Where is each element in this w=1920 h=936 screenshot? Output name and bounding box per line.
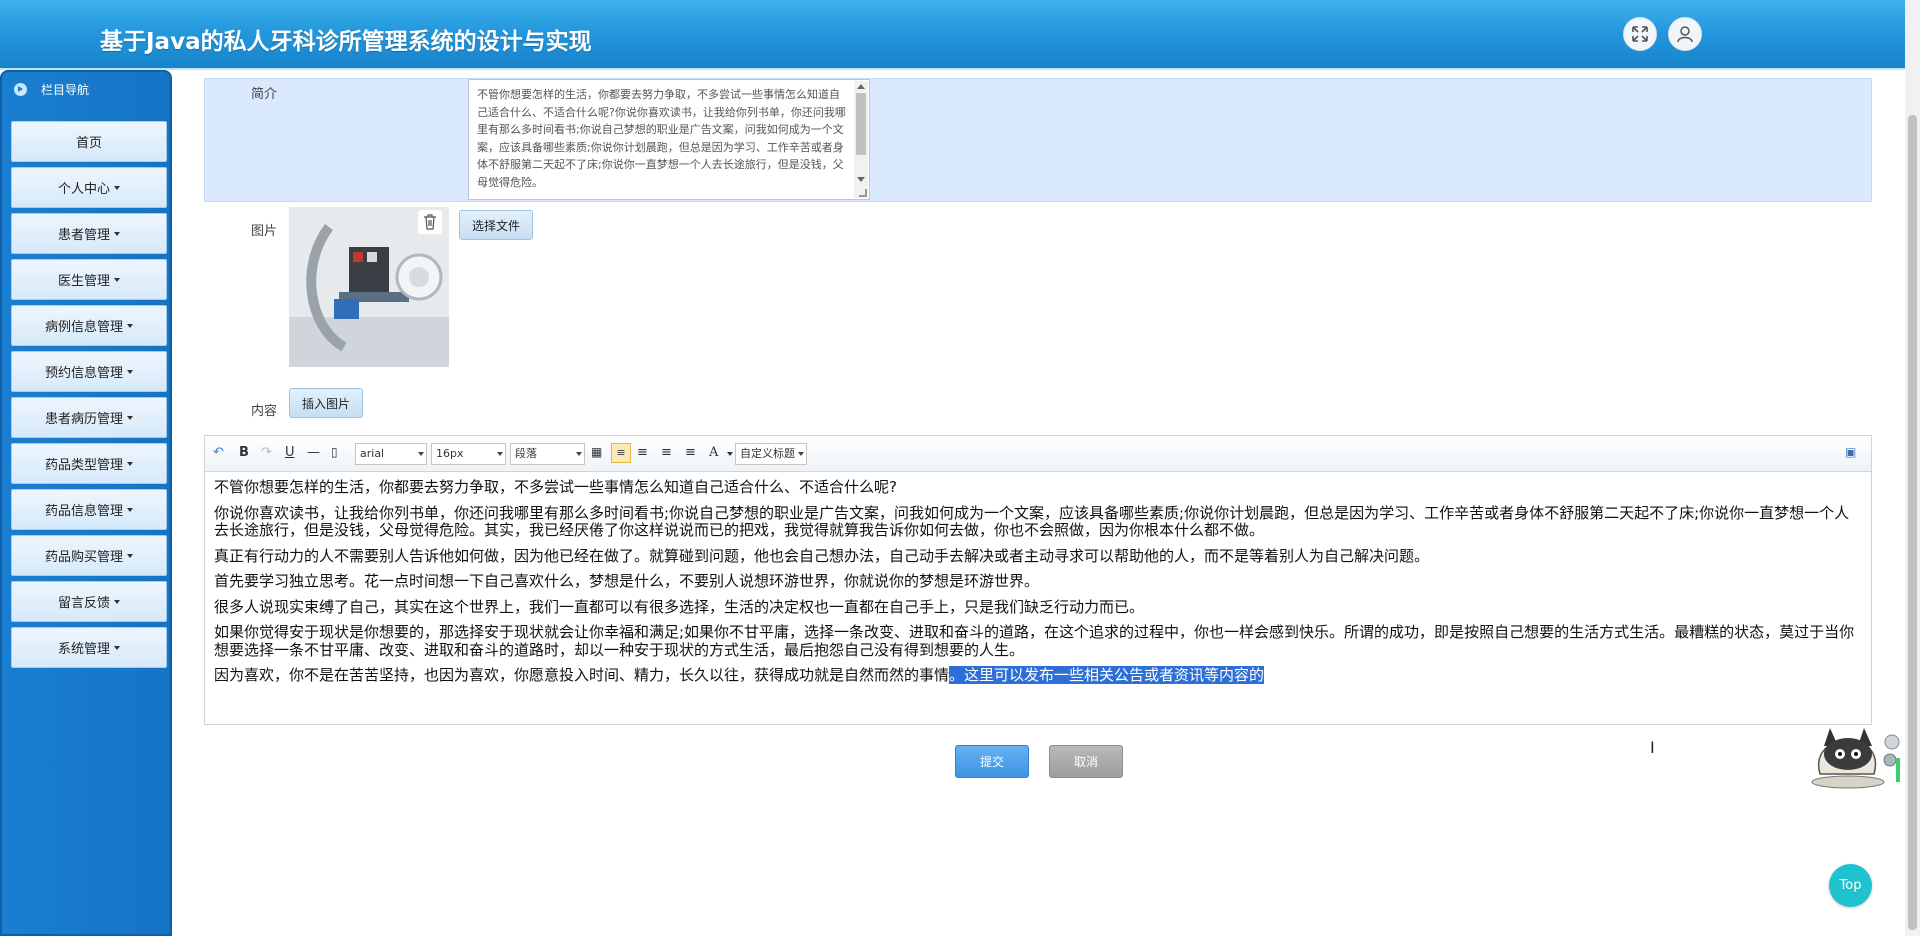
content-label: 内容 (251, 404, 278, 419)
user-icon (1677, 26, 1693, 43)
sidebar-menu: 首页 个人中心 患者管理 医生管理 病例信息管理 预约信息管理 患者病历管理 药… (11, 121, 167, 673)
sidebar-heading: 栏目导航 (2, 72, 170, 106)
font-family-select[interactable]: arial (355, 443, 427, 465)
sidebar-item-patients[interactable]: 患者管理 (11, 213, 167, 254)
underline-icon[interactable]: U (285, 445, 295, 460)
intro-label: 简介 (251, 87, 278, 102)
content-paragraph: 不管你想要怎样的生活，你都要去努力争取，不多尝试一些事情怎么知道自己适合什么、不… (214, 478, 897, 496)
font-color-icon[interactable]: A (709, 445, 718, 460)
caret-down-icon (127, 369, 133, 374)
caret-down-icon (114, 645, 120, 650)
content-paragraph-last: 因为喜欢，你不是在苦苦坚持，也因为喜欢，你愿意投入时间、精力，长久以往，获得成功… (214, 666, 1265, 684)
content-paragraph: 很多人说现实束缚了自己，其实在这个世界上，我们一直都可以有很多选择，生活的决定权… (214, 597, 1145, 616)
sidebar-item-cases[interactable]: 病例信息管理 (11, 305, 167, 346)
selected-text: 。这里可以发布一些相关公告或者资讯等内容的 (949, 666, 1265, 684)
sidebar-item-appointments[interactable]: 预约信息管理 (11, 351, 167, 392)
align-center-icon[interactable]: ≡ (637, 445, 648, 460)
page-scroll-thumb[interactable] (1908, 115, 1917, 930)
rich-text-editor: ↶ B ↷ U — ▯ arial 16px 段落 ▦ ≡ ≡ ≡ ≡ A 自定… (204, 435, 1872, 725)
caret-down-icon (127, 553, 133, 558)
intro-scroll-thumb[interactable] (856, 93, 866, 155)
cat-mascot-icon (1811, 728, 1900, 789)
horizontal-rule-icon[interactable]: — (307, 445, 320, 460)
sidebar-item-profile[interactable]: 个人中心 (11, 167, 167, 208)
choose-file-button[interactable]: 选择文件 (459, 210, 533, 240)
trash-icon (424, 214, 436, 230)
caret-down-icon (114, 599, 120, 604)
text-cursor-icon: I (1650, 738, 1655, 757)
scroll-down-icon (857, 177, 865, 182)
bold-icon[interactable]: B (239, 445, 249, 460)
paste-icon[interactable]: ▯ (331, 445, 338, 459)
sidebar-item-feedback[interactable]: 留言反馈 (11, 581, 167, 622)
sidebar: 栏目导航 首页 个人中心 患者管理 医生管理 病例信息管理 预约信息管理 患者病… (0, 70, 172, 936)
app-title: 基于Java的私人牙科诊所管理系统的设计与实现 (100, 29, 592, 55)
caret-down-icon (127, 507, 133, 512)
caret-down-icon (114, 185, 120, 190)
intro-textarea[interactable]: 不管你想要怎样的生活，你都要去努力争取，不多尝试一些事情怎么知道自己适合什么、不… (468, 79, 870, 200)
sidebar-item-drug-info[interactable]: 药品信息管理 (11, 489, 167, 530)
insert-image-button[interactable]: 插入图片 (289, 388, 363, 418)
sidebar-item-doctors[interactable]: 医生管理 (11, 259, 167, 300)
user-button[interactable] (1668, 17, 1702, 51)
dropdown-arrow-icon (418, 452, 424, 456)
intro-scrollbar[interactable] (854, 81, 868, 198)
align-right-icon[interactable]: ≡ (661, 445, 672, 460)
image-label: 图片 (251, 224, 278, 239)
paragraph-select[interactable]: 段落 (510, 443, 585, 465)
caret-down-icon (127, 461, 133, 466)
caret-down-icon[interactable] (727, 452, 733, 456)
redo-icon[interactable]: ↷ (261, 445, 272, 460)
sidebar-item-home[interactable]: 首页 (11, 121, 167, 162)
cancel-button[interactable]: 取消 (1049, 745, 1123, 778)
scroll-up-icon (857, 84, 865, 89)
content-paragraph: 真正有行动力的人不需要别人告诉他如何做，因为他已经在做了。就算碰到问题，他也会自… (214, 546, 1430, 565)
font-size-select[interactable]: 16px (431, 443, 506, 465)
editor-toolbar: ↶ B ↷ U — ▯ arial 16px 段落 ▦ ≡ ≡ ≡ ≡ A 自定… (205, 436, 1871, 472)
sidebar-item-drug-types[interactable]: 药品类型管理 (11, 443, 167, 484)
source-code-icon[interactable]: ▣ (1845, 445, 1856, 459)
content-paragraph: 你说你喜欢读书，让我给你列书单，你还问我哪里有那么多时间看书;你说自己梦想的职业… (214, 503, 1850, 539)
sidebar-item-system[interactable]: 系统管理 (11, 627, 167, 668)
editor-content[interactable]: 不管你想要怎样的生活，你都要去努力争取，不多尝试一些事情怎么知道自己适合什么、不… (214, 478, 1859, 693)
align-justify-icon[interactable]: ≡ (685, 445, 696, 460)
fullscreen-button[interactable] (1623, 17, 1657, 51)
delete-image-button[interactable] (418, 210, 442, 234)
align-left-icon[interactable]: ≡ (611, 443, 631, 463)
cat-mascot-widget[interactable] (1800, 712, 1900, 792)
submit-button[interactable]: 提交 (955, 745, 1029, 778)
content-paragraph: 如果你觉得安于现状是你想要的，那选择安于现状就会让你幸福和满足;如果你不甘平庸，… (214, 623, 1855, 659)
caret-down-icon (127, 323, 133, 328)
resize-handle[interactable] (859, 189, 867, 197)
caret-down-icon (114, 231, 120, 236)
custom-heading-select[interactable]: 自定义标题 (735, 443, 807, 465)
page-scrollbar[interactable] (1905, 0, 1920, 936)
intro-text: 不管你想要怎样的生活，你都要去努力争取，不多尝试一些事情怎么知道自己适合什么、不… (477, 88, 846, 189)
content-paragraph: 首先要学习独立思考。花一点时间想一下自己喜欢什么，梦想是什么，不要别人说想环游世… (214, 572, 1040, 590)
dropdown-arrow-icon (798, 452, 804, 456)
main-content: 简介 不管你想要怎样的生活，你都要去努力争取，不多尝试一些事情怎么知道自己适合什… (172, 70, 1905, 936)
header-bar: 基于Java的私人牙科诊所管理系统的设计与实现 (0, 0, 1905, 70)
undo-icon[interactable]: ↶ (213, 445, 224, 460)
caret-down-icon (114, 277, 120, 282)
dropdown-arrow-icon (576, 452, 582, 456)
table-icon[interactable]: ▦ (591, 445, 602, 459)
dropdown-arrow-icon (497, 452, 503, 456)
nav-icon (14, 82, 27, 96)
sidebar-item-records[interactable]: 患者病历管理 (11, 397, 167, 438)
intro-row (204, 78, 1872, 202)
back-to-top-button[interactable]: Top (1829, 864, 1872, 907)
sidebar-item-drug-purchase[interactable]: 药品购买管理 (11, 535, 167, 576)
expand-icon (1632, 26, 1648, 42)
caret-down-icon (127, 415, 133, 420)
